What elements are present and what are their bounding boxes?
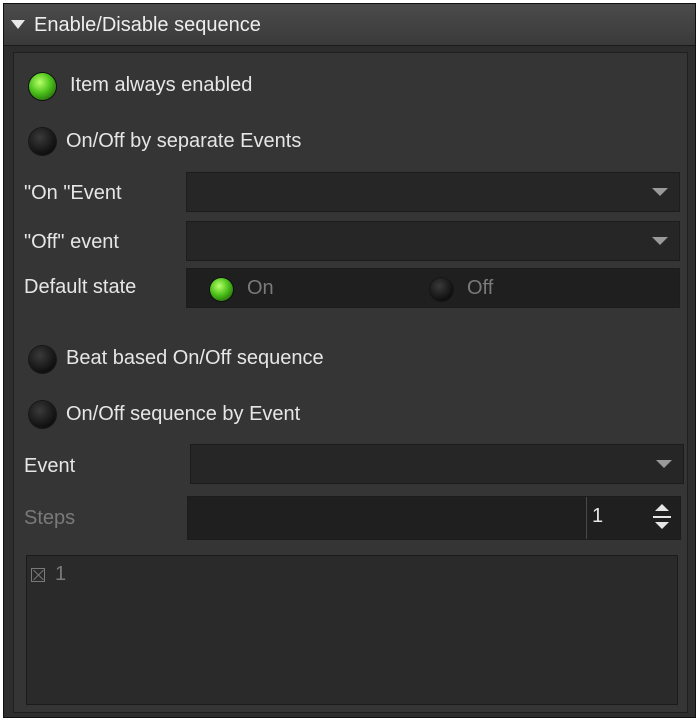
steps-spinbox[interactable]: 1 [187,496,681,540]
radio-sequence-by-event[interactable] [29,401,56,428]
spin-separator [586,497,587,539]
panel-content: Item always enabled On/Off by separate E… [13,52,688,713]
label-default-on[interactable]: On [247,277,274,300]
list-item-label: 1 [55,563,67,585]
radio-separate-events[interactable] [29,128,56,155]
default-state-group: On Off [186,268,680,308]
off-event-label: "Off" event [24,231,119,253]
radio-beat-based[interactable] [29,346,56,373]
label-beat-based[interactable]: Beat based On/Off sequence [66,347,324,370]
steps-label: Steps [24,507,76,529]
label-always-enabled[interactable]: Item always enabled [70,74,252,97]
on-event-label: "On "Event [24,182,122,204]
default-state-label: Default state [24,276,137,298]
panel-header[interactable]: Enable/Disable sequence [4,4,695,46]
chevron-down-icon [656,460,672,468]
radio-always-enabled[interactable] [29,73,56,100]
enable-disable-panel: Enable/Disable sequence Item always enab… [3,3,696,718]
off-event-dropdown[interactable] [186,221,680,261]
spin-divider [653,516,671,518]
radio-default-on[interactable] [210,278,233,301]
spin-up-icon[interactable] [655,504,669,511]
steps-value[interactable]: 1 [592,505,603,528]
spin-down-icon[interactable] [655,522,669,529]
label-sequence-by-event[interactable]: On/Off sequence by Event [66,403,300,426]
event-dropdown[interactable] [190,444,684,484]
list-item[interactable]: 1 [31,563,91,587]
chevron-down-icon [652,237,668,245]
collapse-triangle-icon[interactable] [11,20,25,29]
chevron-down-icon [652,188,668,196]
panel-title: Enable/Disable sequence [34,14,261,36]
steps-list: 1 [26,555,678,705]
x-box-icon[interactable] [31,568,45,582]
label-default-off[interactable]: Off [467,277,493,300]
radio-default-off[interactable] [430,278,453,301]
event-label: Event [24,455,76,477]
on-event-dropdown[interactable] [186,172,680,212]
label-separate-events[interactable]: On/Off by separate Events [66,130,301,153]
